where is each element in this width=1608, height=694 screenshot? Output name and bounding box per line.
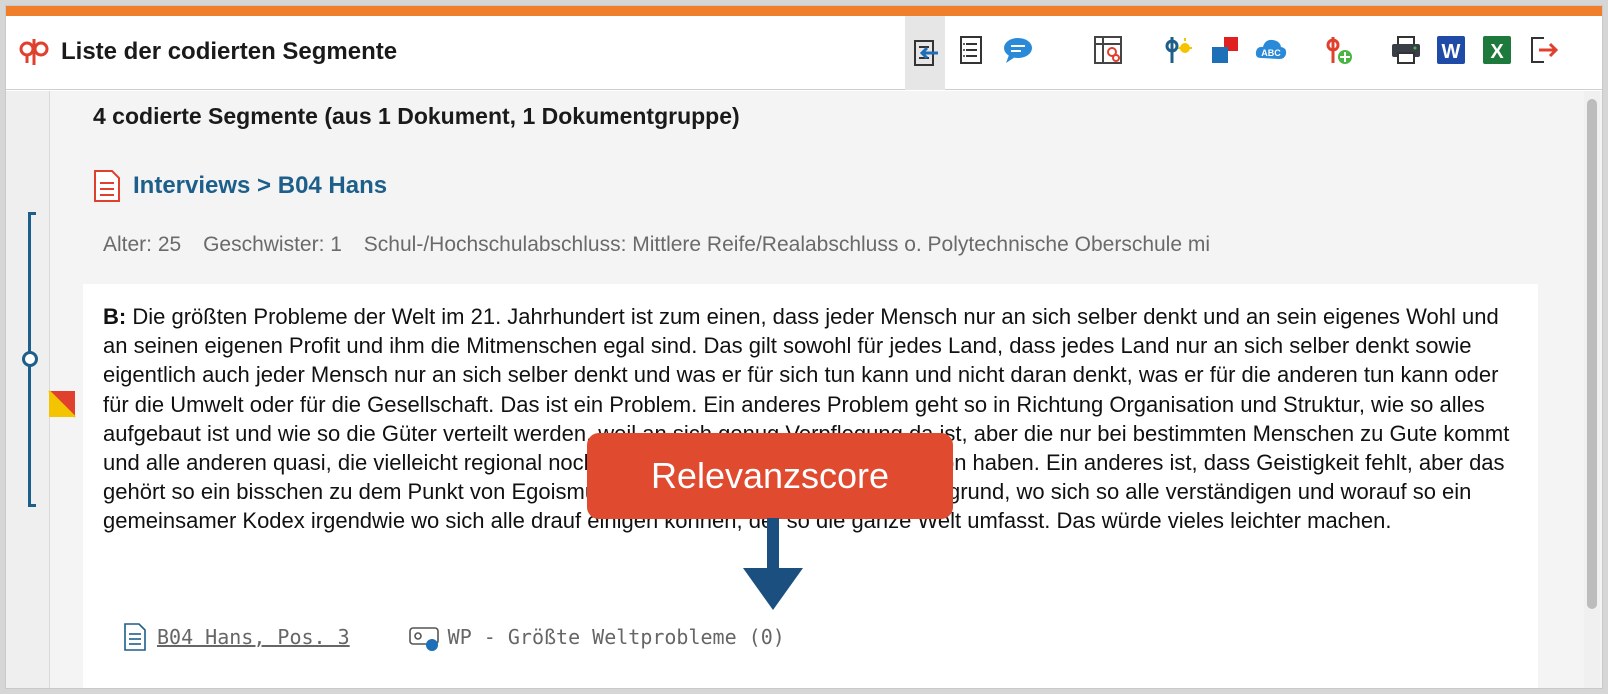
segments-summary: 4 codierte Segmente (aus 1 Dokument, 1 D… [93,103,740,129]
comment-button[interactable] [998,30,1038,70]
coded-segments-app-icon [19,39,49,65]
variable-schulabschluss: Schul-/Hochschulabschluss: Mittlere Reif… [363,233,1211,256]
segment-meta: B04 Hans, Pos. 3 WP - Größte Weltproblem… [123,622,785,652]
segment-list: 4 codierte Segmente (aus 1 Dokument, 1 D… [51,91,1561,688]
print-icon [1392,36,1420,64]
add-code-button[interactable] [1318,30,1358,70]
word-cloud-button[interactable]: ABC [1251,30,1291,70]
document-variables: Alter: 25 Geschwister: 1 Schul-/Hochschu… [103,233,1226,257]
relevance-score-callout: Relevanzscore [587,433,953,519]
word-export-icon: W [1437,36,1465,64]
content-area: 4 codierte Segmente (aus 1 Dokument, 1 D… [6,91,1602,688]
excel-export-button[interactable]: X [1477,30,1517,70]
color-code-button[interactable] [1205,30,1245,70]
document-list-button[interactable] [951,30,991,70]
export-exit-button[interactable] [1523,30,1563,70]
sync-icon [914,40,938,66]
titlebar: Liste der codierten Segmente ABC W X [6,16,1602,90]
window-title: Liste der codierten Segmente [61,38,398,65]
word-label: W [1442,41,1461,63]
comment-icon [1004,38,1032,63]
source-document-icon [124,623,146,651]
scroll-thumb[interactable] [1587,99,1597,609]
variable-geschwister: Geschwister: 1 [203,233,342,256]
code-matrix-icon [1094,36,1122,64]
export-exit-icon [1531,37,1559,63]
color-code-icon [1212,37,1238,63]
code-matrix-button[interactable] [1088,30,1128,70]
document-link-label[interactable]: Interviews > B04 Hans [133,172,387,200]
variable-alter: Alter: 25 [103,233,182,256]
word-export-button[interactable]: W [1431,30,1471,70]
document-list-icon [960,36,982,64]
segment-source-link[interactable]: B04 Hans, Pos. 3 [157,625,350,649]
add-code-icon [1326,37,1352,64]
document-link[interactable]: Interviews > B04 Hans [93,169,387,203]
excel-label: X [1490,41,1504,63]
segment-bracket-handle[interactable] [22,351,38,367]
code-color-marker-icon[interactable] [48,390,76,418]
smart-coding-button[interactable] [1158,30,1198,70]
print-button[interactable] [1386,30,1426,70]
speaker-label: B: [103,304,127,329]
word-cloud-icon: ABC [1255,39,1287,59]
accent-bar [6,6,1602,16]
arrow-down-icon [743,518,803,610]
excel-export-icon: X [1483,36,1511,64]
code-tag-icon [408,627,439,651]
document-icon [94,170,120,202]
smart-coding-icon [1165,37,1192,63]
coded-segments-window: Liste der codierten Segmente ABC W X 4 c… [5,5,1603,689]
sync-button[interactable] [905,16,945,90]
segment-code: WP - Größte Weltprobleme (0) [447,625,785,649]
abc-label: ABC [1261,48,1281,58]
vertical-scrollbar[interactable] [1584,91,1600,688]
